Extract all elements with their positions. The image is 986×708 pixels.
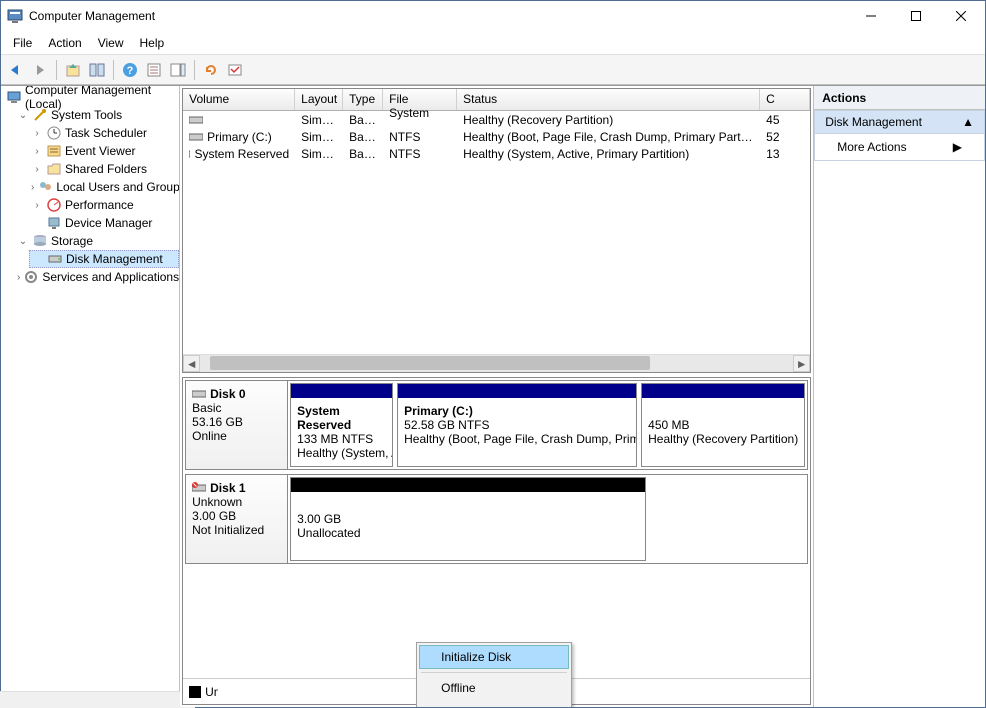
- users-icon: [37, 179, 53, 195]
- storage-icon: [32, 233, 48, 249]
- expand-icon[interactable]: ›: [31, 200, 43, 211]
- toolbar: ?: [1, 55, 985, 85]
- actions-header: Actions: [814, 86, 985, 110]
- action-pane-button[interactable]: [167, 59, 189, 81]
- main-content: Computer Management (Local) ⌄ System Too…: [1, 85, 985, 707]
- help-button[interactable]: ?: [119, 59, 141, 81]
- volume-icon: [189, 132, 203, 142]
- expand-icon[interactable]: ›: [31, 182, 34, 193]
- legend-unallocated-label: Unallocated: [205, 685, 218, 699]
- col-c[interactable]: C: [760, 89, 810, 110]
- settings-button[interactable]: [224, 59, 246, 81]
- app-icon: [7, 8, 23, 24]
- expand-icon[interactable]: ›: [31, 164, 43, 175]
- tree-system-tools-label: System Tools: [51, 108, 122, 122]
- close-button[interactable]: [938, 2, 983, 31]
- window-title: Computer Management: [29, 9, 848, 23]
- properties-button[interactable]: [143, 59, 165, 81]
- context-menu-detach-vhd[interactable]: Detach VHD: [419, 700, 569, 707]
- forward-button[interactable]: [29, 59, 51, 81]
- actions-pane: Actions Disk Management ▲ More Actions ▶: [814, 86, 985, 707]
- disk-0-info[interactable]: Disk 0 Basic 53.16 GB Online: [186, 381, 288, 469]
- maximize-button[interactable]: [893, 2, 938, 31]
- refresh-button[interactable]: [200, 59, 222, 81]
- center-pane: Volume Layout Type File System Status C …: [180, 86, 814, 707]
- disk-icon: [192, 389, 206, 399]
- tree-task-scheduler[interactable]: ›Task Scheduler: [29, 124, 179, 142]
- legend-unallocated-swatch: [189, 686, 201, 698]
- services-icon: [23, 269, 39, 285]
- menu-action[interactable]: Action: [40, 33, 89, 53]
- menu-bar: File Action View Help: [1, 31, 985, 55]
- tree-services-label: Services and Applications: [42, 270, 179, 284]
- scroll-right-icon[interactable]: ►: [793, 355, 810, 372]
- tree-local-users[interactable]: ›Local Users and Groups: [29, 178, 179, 196]
- disk-icon: [47, 251, 63, 267]
- disk-row-0: Disk 0 Basic 53.16 GB Online System Rese…: [185, 380, 808, 470]
- partition-recovery[interactable]: 450 MBHealthy (Recovery Partition): [641, 383, 805, 467]
- disk-row-1: Disk 1 Unknown 3.00 GB Not Initialized 3…: [185, 474, 808, 564]
- tree-device-manager[interactable]: Device Manager: [29, 214, 179, 232]
- computer-icon: [6, 89, 22, 105]
- volume-row[interactable]: Simple Basic Healthy (Recovery Partition…: [183, 111, 810, 128]
- context-menu-initialize-disk[interactable]: Initialize Disk: [419, 645, 569, 669]
- tree-event-viewer[interactable]: ›Event Viewer: [29, 142, 179, 160]
- expand-icon[interactable]: ›: [17, 272, 20, 283]
- tools-icon: [32, 107, 48, 123]
- show-hide-console-button[interactable]: [86, 59, 108, 81]
- partition-system-reserved[interactable]: System Reserved133 MB NTFSHealthy (Syste…: [290, 383, 393, 467]
- tree-disk-management[interactable]: Disk Management: [29, 250, 179, 268]
- tree-services[interactable]: › Services and Applications: [15, 268, 179, 286]
- volume-row[interactable]: Primary (C:) Simple Basic NTFS Healthy (…: [183, 128, 810, 145]
- tree-shared-folders[interactable]: ›Shared Folders: [29, 160, 179, 178]
- clock-icon: [46, 125, 62, 141]
- col-layout[interactable]: Layout: [295, 89, 343, 110]
- title-bar: Computer Management: [1, 1, 985, 31]
- expand-icon[interactable]: ›: [31, 128, 43, 139]
- partition-primary-c[interactable]: Primary (C:)52.58 GB NTFSHealthy (Boot, …: [397, 383, 637, 467]
- context-menu-offline[interactable]: Offline: [419, 676, 569, 700]
- up-button[interactable]: [62, 59, 84, 81]
- tree-pane: Computer Management (Local) ⌄ System Too…: [1, 86, 180, 707]
- disk-warning-icon: [192, 482, 206, 494]
- tree-storage-label: Storage: [51, 234, 93, 248]
- scroll-thumb[interactable]: [210, 356, 650, 370]
- tree-storage[interactable]: ⌄ Storage: [15, 232, 179, 250]
- expand-icon[interactable]: ›: [31, 146, 43, 157]
- chevron-right-icon: ▶: [953, 140, 962, 154]
- col-fs[interactable]: File System: [383, 89, 457, 110]
- back-button[interactable]: [5, 59, 27, 81]
- volume-table-header: Volume Layout Type File System Status C: [183, 89, 810, 111]
- tree-performance[interactable]: ›Performance: [29, 196, 179, 214]
- expand-icon[interactable]: ⌄: [17, 236, 29, 247]
- col-type[interactable]: Type: [343, 89, 383, 110]
- event-icon: [46, 143, 62, 159]
- menu-help[interactable]: Help: [132, 33, 173, 53]
- tree-scrollbar[interactable]: [1, 691, 180, 707]
- tree-root[interactable]: Computer Management (Local): [1, 88, 179, 106]
- disk-1-info[interactable]: Disk 1 Unknown 3.00 GB Not Initialized: [186, 475, 288, 563]
- col-status[interactable]: Status: [457, 89, 760, 110]
- volume-icon: [189, 149, 190, 159]
- partition-unallocated[interactable]: 3.00 GBUnallocated: [290, 477, 646, 561]
- device-icon: [46, 215, 62, 231]
- folder-icon: [46, 161, 62, 177]
- actions-more-actions[interactable]: More Actions ▶: [815, 134, 984, 160]
- col-volume[interactable]: Volume: [183, 89, 295, 110]
- svg-text:?: ?: [127, 65, 134, 77]
- context-menu: Initialize Disk Offline Detach VHD Prope…: [416, 642, 572, 707]
- menu-file[interactable]: File: [5, 33, 40, 53]
- volume-row[interactable]: System Reserved Simple Basic NTFS Health…: [183, 145, 810, 162]
- volume-hscroll[interactable]: ◄ ►: [183, 354, 810, 372]
- perf-icon: [46, 197, 62, 213]
- volume-icon: [189, 115, 203, 125]
- menu-view[interactable]: View: [90, 33, 132, 53]
- collapse-icon: ▲: [962, 115, 974, 129]
- minimize-button[interactable]: [848, 2, 893, 31]
- actions-group-disk-management[interactable]: Disk Management ▲: [815, 111, 984, 134]
- scroll-left-icon[interactable]: ◄: [183, 355, 200, 372]
- volume-table: Volume Layout Type File System Status C …: [182, 88, 811, 373]
- expand-icon[interactable]: ⌄: [17, 110, 29, 121]
